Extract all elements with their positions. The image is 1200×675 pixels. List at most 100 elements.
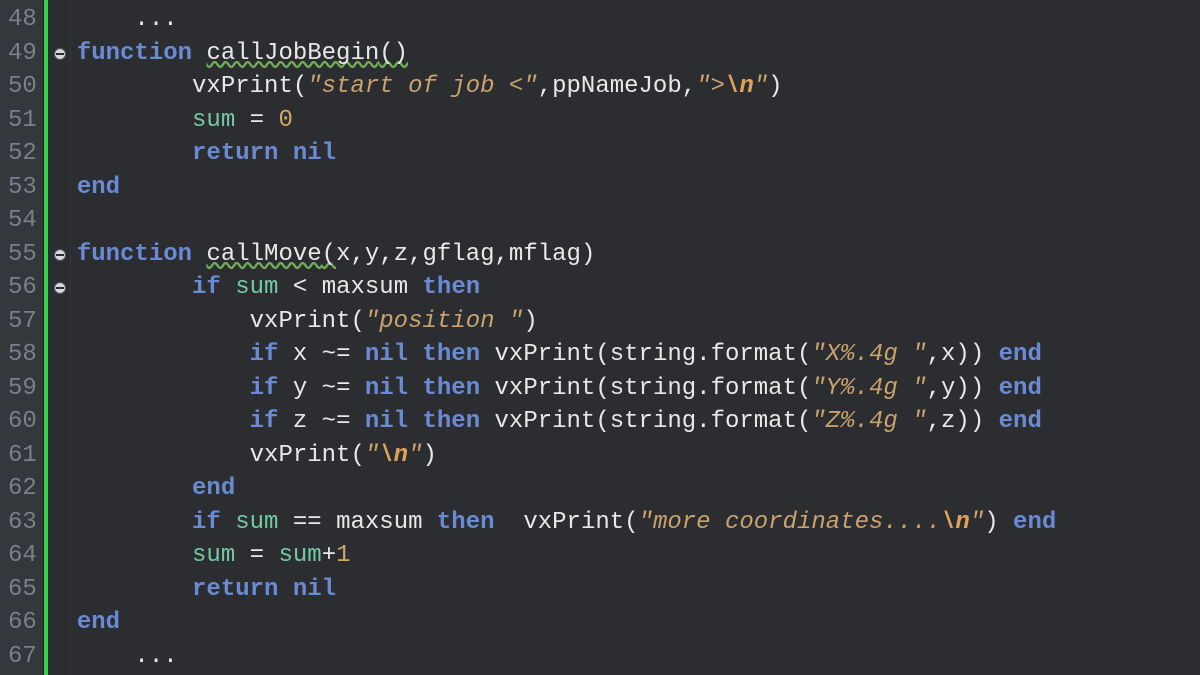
token-global: sum: [235, 509, 278, 536]
code-line[interactable]: function callJobBegin(): [77, 37, 1200, 71]
code-line[interactable]: return nil: [77, 573, 1200, 607]
token-punc: ): [984, 509, 998, 536]
token-fn: y: [293, 375, 307, 402]
token-punc: (: [797, 375, 811, 402]
token-keyconst: nil: [293, 140, 336, 167]
fold-toggle-icon[interactable]: [53, 248, 67, 262]
token-punc: [999, 509, 1013, 536]
code-line[interactable]: vxPrint("\n"): [77, 439, 1200, 473]
token-kw: end: [999, 341, 1042, 368]
token-punc: [480, 341, 494, 368]
token-punc: ~=: [307, 408, 365, 435]
code-line[interactable]: if z ~= nil then vxPrint(string.format("…: [77, 405, 1200, 439]
token-punc: ==: [278, 509, 336, 536]
fold-toggle-icon[interactable]: [53, 281, 67, 295]
fold-toggle-icon[interactable]: [53, 47, 67, 61]
token-esc: \n: [941, 509, 970, 536]
token-punc: ): [768, 73, 782, 100]
token-fn: vxPrint: [495, 375, 596, 402]
line-number: 62: [8, 472, 37, 506]
token-punc: (: [350, 308, 364, 335]
token-punc: [192, 40, 206, 67]
token-punc: (: [322, 241, 336, 268]
token-kw: then: [423, 274, 481, 301]
token-kw: end: [192, 475, 235, 502]
code-line[interactable]: vxPrint("start of job <",ppNameJob,">\n"…: [77, 70, 1200, 104]
line-number: 58: [8, 338, 37, 372]
token-fn: vxPrint: [192, 73, 293, 100]
token-fn: gflag: [423, 241, 495, 268]
token-fn: maxsum: [336, 509, 422, 536]
token-fn: x: [336, 241, 350, 268]
code-line[interactable]: ...: [77, 640, 1200, 674]
line-number: 49: [8, 37, 37, 71]
token-punc: ...: [134, 643, 177, 670]
code-line[interactable]: ...: [77, 3, 1200, 37]
code-line[interactable]: [77, 204, 1200, 238]
token-fn: callMove: [206, 241, 321, 268]
token-punc: ~=: [307, 341, 365, 368]
token-keyconst: nil: [293, 576, 336, 603]
code-line[interactable]: return nil: [77, 137, 1200, 171]
token-fn: ppNameJob: [552, 73, 682, 100]
token-punc: ,: [538, 73, 552, 100]
token-str: "position ": [365, 308, 523, 335]
token-punc: [984, 408, 998, 435]
token-punc: <: [278, 274, 321, 301]
token-kw: end: [77, 609, 120, 636]
token-global: sum: [192, 107, 235, 134]
code-line[interactable]: if sum == maxsum then vxPrint("more coor…: [77, 506, 1200, 540]
line-number: 50: [8, 70, 37, 104]
token-punc: [984, 375, 998, 402]
token-fn: callJobBegin: [206, 40, 379, 67]
token-punc: [278, 375, 292, 402]
code-area[interactable]: ...function callJobBegin() vxPrint("star…: [71, 0, 1200, 675]
token-punc: (: [595, 375, 609, 402]
token-builtin: string.format: [610, 408, 797, 435]
token-punc: [192, 241, 206, 268]
token-punc: ,: [350, 241, 364, 268]
code-line[interactable]: if x ~= nil then vxPrint(string.format("…: [77, 338, 1200, 372]
token-punc: [278, 576, 292, 603]
token-punc: ~=: [307, 375, 365, 402]
code-line[interactable]: end: [77, 606, 1200, 640]
code-line[interactable]: if y ~= nil then vxPrint(string.format("…: [77, 372, 1200, 406]
token-punc: (: [350, 442, 364, 469]
token-str: "start of job <": [307, 73, 537, 100]
token-kw: then: [423, 375, 481, 402]
token-str: "Y%.4g ": [811, 375, 926, 402]
line-number: 64: [8, 539, 37, 573]
token-kw: end: [999, 408, 1042, 435]
token-kw: if: [192, 274, 221, 301]
line-number: 65: [8, 573, 37, 607]
token-kw: function: [77, 40, 192, 67]
line-number: 61: [8, 439, 37, 473]
token-str: ">: [696, 73, 725, 100]
code-line[interactable]: if sum < maxsum then: [77, 271, 1200, 305]
token-punc: [408, 375, 422, 402]
token-str: "more coordinates....: [639, 509, 941, 536]
token-punc: =: [235, 542, 278, 569]
token-punc: ...: [134, 6, 177, 33]
code-line[interactable]: end: [77, 472, 1200, 506]
line-number: 59: [8, 372, 37, 406]
code-editor[interactable]: 4849505152535455565758596061626364656667…: [0, 0, 1200, 675]
line-number: 56: [8, 271, 37, 305]
code-line[interactable]: vxPrint("position "): [77, 305, 1200, 339]
token-punc: ): [423, 442, 437, 469]
token-str: ": [365, 442, 379, 469]
code-line[interactable]: sum = sum+1: [77, 539, 1200, 573]
code-line[interactable]: end: [77, 171, 1200, 205]
token-keyconst: nil: [365, 341, 408, 368]
token-num: 1: [336, 542, 350, 569]
code-line[interactable]: function callMove(x,y,z,gflag,mflag): [77, 238, 1200, 272]
line-number: 66: [8, 606, 37, 640]
line-number: 55: [8, 238, 37, 272]
token-punc: [480, 408, 494, 435]
token-punc: ,: [682, 73, 696, 100]
code-line[interactable]: sum = 0: [77, 104, 1200, 138]
token-punc: [423, 509, 437, 536]
token-punc: [408, 408, 422, 435]
token-fn: z: [394, 241, 408, 268]
token-punc: [278, 408, 292, 435]
